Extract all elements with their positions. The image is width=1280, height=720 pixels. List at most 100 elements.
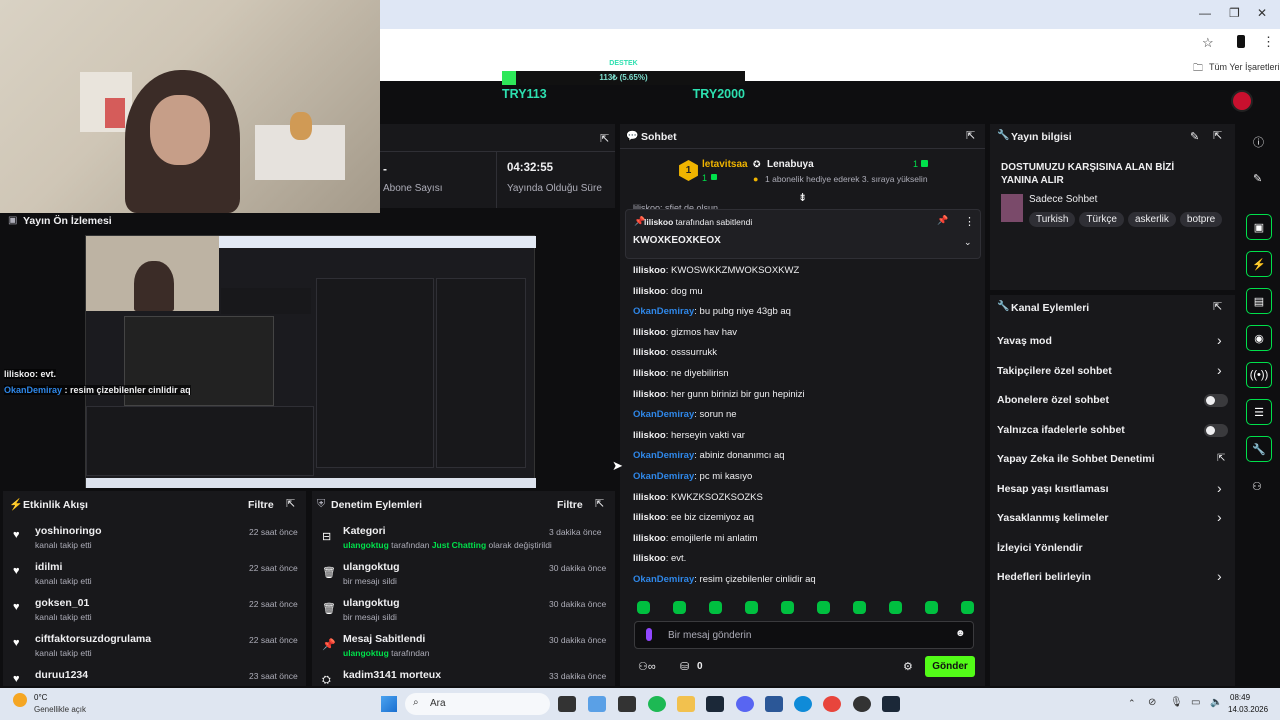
clock-date[interactable]: 14.03.2026	[1228, 705, 1268, 714]
task-view-icon[interactable]	[558, 696, 576, 712]
moderator-name[interactable]: ulangoktug	[343, 540, 389, 550]
chat-username[interactable]: OkanDemiray	[633, 306, 694, 317]
chat-username[interactable]: liliskoo	[633, 430, 666, 441]
rail-stack-icon[interactable]: ☰	[1246, 399, 1272, 425]
avatar[interactable]	[1231, 90, 1253, 112]
app-icon[interactable]	[588, 696, 606, 712]
channel-action-label[interactable]: Yavaş mod	[997, 335, 1052, 347]
emote-icon[interactable]	[889, 601, 902, 614]
emote-icon[interactable]	[925, 601, 938, 614]
chat-username[interactable]: OkanDemiray	[633, 574, 694, 585]
activity-user[interactable]: ciftfaktorsuzdogrulama	[35, 633, 151, 645]
gift-target-user[interactable]: Lenabuya	[767, 159, 814, 170]
activity-user[interactable]: idilmi	[35, 561, 62, 573]
rail-broadcast-icon[interactable]: ((•))	[1246, 362, 1272, 388]
emote-icon[interactable]	[637, 601, 650, 614]
edge-icon[interactable]	[794, 696, 812, 712]
chevron-right-icon[interactable]: ›	[1217, 332, 1222, 348]
channel-action-label[interactable]: Takipçilere özel sohbet	[997, 365, 1112, 377]
toggle-switch[interactable]	[1204, 423, 1228, 437]
profile-icon[interactable]	[1237, 35, 1245, 48]
chevron-right-icon[interactable]: ›	[1217, 362, 1222, 378]
category-name[interactable]: Sadece Sohbet	[1029, 194, 1097, 205]
windows-start-icon[interactable]	[381, 696, 397, 712]
steam-icon[interactable]	[706, 696, 724, 712]
activity-user[interactable]: goksen_01	[35, 597, 89, 609]
info-icon[interactable]: ⓘ	[1253, 134, 1264, 150]
pin-icon[interactable]: 📌	[937, 215, 948, 226]
channel-action-label[interactable]: Yasaklanmış kelimeler	[997, 512, 1109, 524]
rail-screen-icon[interactable]: ▣	[1246, 214, 1272, 240]
rail-doc-icon[interactable]: ▤	[1246, 288, 1272, 314]
address-bar[interactable]	[380, 29, 1280, 55]
chat-username[interactable]: OkanDemiray	[633, 471, 694, 482]
collapse-icon[interactable]: ⇟	[798, 191, 807, 204]
chevron-right-icon[interactable]: ›	[1217, 509, 1222, 525]
popout-icon[interactable]: ⇱	[600, 132, 609, 145]
moderator-name[interactable]: ulangoktug	[343, 648, 389, 658]
app-icon[interactable]	[618, 696, 636, 712]
popout-icon[interactable]: ⇱	[1213, 129, 1222, 142]
close-button[interactable]: ✕	[1257, 6, 1267, 20]
chat-username[interactable]: liliskoo	[633, 347, 666, 358]
mic-icon[interactable]: 🎙	[1170, 697, 1183, 708]
preview-video[interactable]	[85, 235, 536, 488]
popout-icon[interactable]: ⇱	[966, 129, 975, 142]
edit-icon[interactable]: ✎	[1190, 130, 1199, 143]
moderation-filter[interactable]: Filtre	[557, 499, 583, 511]
channel-action-label[interactable]: Hesap yaşı kısıtlaması	[997, 483, 1109, 495]
activity-user[interactable]: yoshinoringo	[35, 525, 102, 537]
minimize-button[interactable]: —	[1199, 6, 1211, 20]
maximize-button[interactable]: ❐	[1229, 6, 1240, 20]
chat-username[interactable]: liliskoo	[633, 492, 666, 503]
tag[interactable]: botpre	[1179, 212, 1223, 227]
rail-chat-icon[interactable]: ◉	[1246, 325, 1272, 351]
users-icon[interactable]: ⚇∞	[638, 660, 656, 673]
star-icon[interactable]: ☆	[1202, 35, 1214, 51]
discord-icon[interactable]	[736, 696, 754, 712]
tag[interactable]: Türkçe	[1079, 212, 1124, 227]
chat-username[interactable]: liliskoo	[633, 327, 666, 338]
channel-action-label[interactable]: Abonelere özel sohbet	[997, 394, 1109, 406]
chat-input[interactable]: Bir mesaj gönderin ☻	[634, 621, 974, 649]
toggle-switch[interactable]	[1204, 394, 1228, 407]
weather-icon[interactable]	[13, 693, 27, 707]
emote-icon[interactable]	[709, 601, 722, 614]
channel-action-label[interactable]: İzleyici Yönlendir	[997, 542, 1083, 554]
chevron-up-icon[interactable]: ⌃	[1128, 698, 1136, 709]
chat-username[interactable]: liliskoo	[633, 286, 666, 297]
popout-icon[interactable]: ⇱	[286, 497, 295, 510]
tag[interactable]: askerlik	[1127, 212, 1176, 227]
external-link-icon[interactable]: ⇱	[1217, 453, 1225, 464]
edit-icon[interactable]: ✎	[1253, 172, 1262, 185]
emote-icon[interactable]	[817, 601, 830, 614]
monitor-icon[interactable]: ▭	[1191, 697, 1200, 708]
tag[interactable]: Turkish	[1029, 212, 1076, 227]
emote-icon[interactable]	[745, 601, 758, 614]
speaker-icon[interactable]: 🔈	[1210, 697, 1222, 708]
send-button[interactable]: Gönder	[925, 656, 975, 677]
obs-icon[interactable]	[853, 696, 871, 712]
gifter-name[interactable]: letavitsaa	[702, 159, 748, 170]
popout-icon[interactable]: ⇱	[1213, 300, 1222, 313]
chat-username[interactable]: liliskoo	[633, 512, 666, 523]
steam-icon[interactable]	[882, 696, 900, 712]
chat-username[interactable]: liliskoo	[633, 389, 666, 400]
chrome-icon[interactable]	[823, 696, 841, 712]
more-icon[interactable]: ⋮	[964, 215, 975, 228]
rail-wrench-icon[interactable]: 🔧	[1246, 436, 1272, 462]
gift-prompt[interactable]: 1 abonelik hediye ederek 3. sıraya yükse…	[765, 174, 928, 184]
activity-filter[interactable]: Filtre	[248, 499, 274, 511]
activity-user[interactable]: duruu1234	[35, 669, 88, 681]
chevron-down-icon[interactable]: ⌄	[964, 237, 972, 248]
popout-icon[interactable]: ⇱	[595, 497, 604, 510]
taskbar-search[interactable]: ⌕ Ara	[405, 693, 550, 715]
emote-icon[interactable]	[781, 601, 794, 614]
store-icon[interactable]	[765, 696, 783, 712]
all-bookmarks[interactable]: Tüm Yer İşaretleri	[1209, 62, 1280, 72]
chat-username[interactable]: OkanDemiray	[633, 409, 694, 420]
chat-username[interactable]: OkanDemiray	[633, 450, 694, 461]
channel-action-label[interactable]: Hedefleri belirleyin	[997, 571, 1091, 583]
channel-action-label[interactable]: Yapay Zeka ile Sohbet Denetimi	[997, 453, 1155, 465]
chevron-right-icon[interactable]: ›	[1217, 480, 1222, 496]
